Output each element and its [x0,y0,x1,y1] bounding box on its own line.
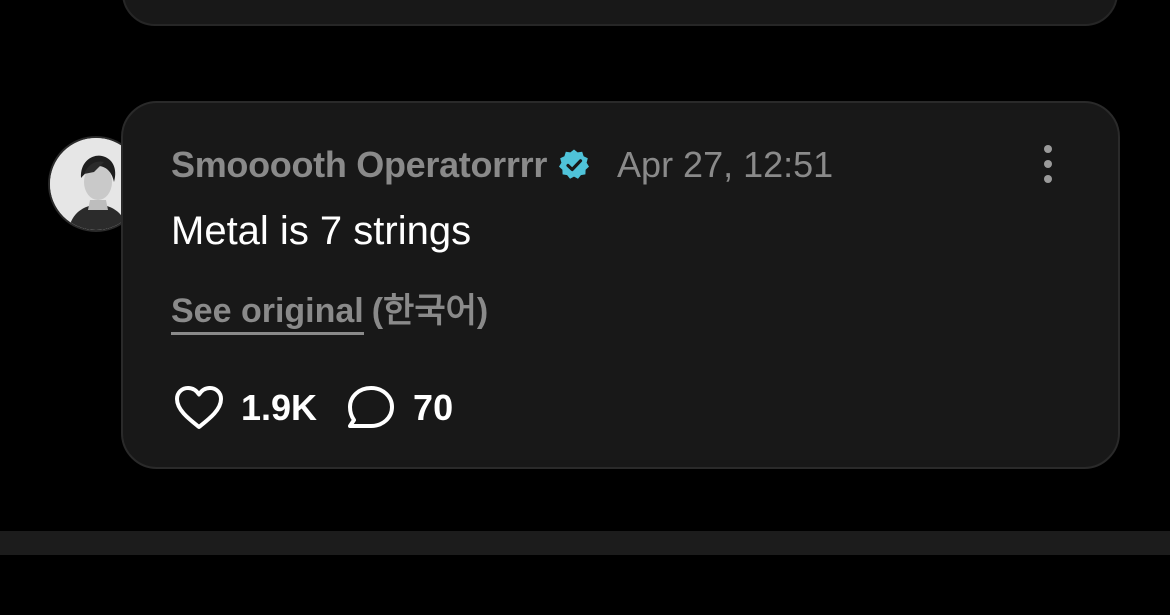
verified-badge-icon [557,148,591,182]
like-count: 1.9K [241,387,318,428]
timestamp: Apr 27, 12:51 [617,144,834,185]
section-divider [0,531,1170,555]
translation-note: See original (한국어) [171,283,489,335]
comment-card: Smooooth Operatorrrr Apr 27, 12:51 Metal… [121,101,1120,469]
like-button[interactable]: 1.9K [171,383,317,433]
comment-header: Smooooth Operatorrrr Apr 27, 12:51 [171,143,833,187]
previous-comment-card [122,0,1118,26]
comment-count: 70 [413,387,454,428]
see-original-link[interactable]: See original [171,292,364,335]
original-language: (한국어) [371,292,489,330]
more-vertical-icon[interactable] [1038,145,1058,183]
username[interactable]: Smooooth Operatorrrr [171,144,547,186]
comment-text: Metal is 7 strings [171,209,472,253]
comment-thread: Smooooth Operatorrrr Apr 27, 12:51 Metal… [0,0,1170,615]
comment-button[interactable]: 70 [343,383,453,433]
comment-actions: 1.9K 70 [171,383,453,433]
comment-bubble-icon [348,386,395,428]
heart-icon [175,386,223,429]
